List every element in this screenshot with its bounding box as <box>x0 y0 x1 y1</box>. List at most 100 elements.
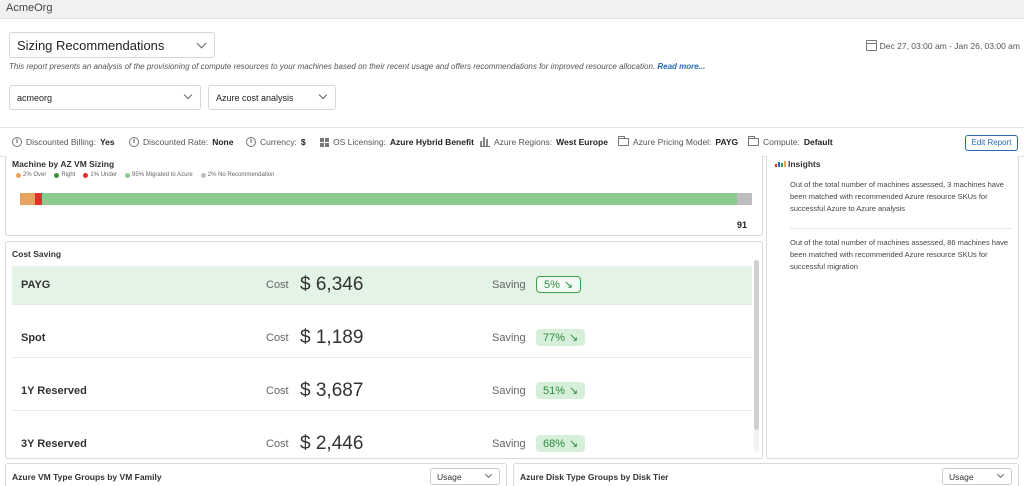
legend-label: 1% Under <box>90 172 118 178</box>
cost-label: Cost <box>266 438 289 450</box>
arrow-down-right-icon: ↘ <box>569 331 579 344</box>
insight-item: Out of the total number of machines asse… <box>790 180 1004 213</box>
info-icon: i <box>246 137 256 147</box>
scrollbar-thumb[interactable] <box>754 260 759 430</box>
bar-segment[interactable] <box>20 193 35 205</box>
legend-dot <box>200 172 206 178</box>
vm-type-groups-panel: Azure VM Type Groups by VM Family Usage <box>5 463 507 486</box>
machine-total-count: 91 <box>736 220 747 230</box>
legend-item: Right <box>54 172 75 178</box>
legend-dot <box>16 172 21 178</box>
vm-sizing-title: Machine by AZ VM Sizing <box>12 159 115 169</box>
discounted-rate-info: i Discounted Rate: None <box>129 137 233 147</box>
edit-report-button[interactable]: Edit Report <box>965 135 1018 151</box>
arrow-down-right-icon: ↘ <box>563 278 574 291</box>
arrow-down-right-icon: ↘ <box>569 384 579 397</box>
cost-label: Cost <box>266 385 289 397</box>
saving-badge: 77% ↘ <box>536 329 586 346</box>
legend-label: 95% Migrated to Azure <box>132 172 193 178</box>
cost-row-3y-reserved[interactable]: 3Y Reserved Cost $ 2,446 Saving 68% ↘ <box>12 425 752 464</box>
saving-badge: 68% ↘ <box>536 435 586 452</box>
org-filter-value: acmeorg <box>17 93 53 103</box>
os-licensing-info: OS Licensing: Azure Hybrid Benefit <box>320 137 474 147</box>
saving-label: Saving <box>492 385 526 397</box>
plan-name: 3Y Reserved <box>21 438 87 450</box>
azure-regions-info: Azure Regions: West Europe <box>480 137 608 147</box>
saving-badge: 51% ↘ <box>536 382 586 399</box>
legend-label: Right <box>61 172 76 178</box>
compute-info: Compute: Default <box>748 136 833 147</box>
arrow-down-right-icon: ↘ <box>569 437 579 450</box>
windows-icon <box>320 137 329 147</box>
cost-row-1y-reserved[interactable]: 1Y Reserved Cost $ 3,687 Saving 51% ↘ <box>12 372 752 411</box>
cost-label: Cost <box>266 332 289 344</box>
insight-divider <box>790 228 1012 229</box>
org-name: AcmeOrg <box>6 2 53 14</box>
cost-value: $ 6,346 <box>300 274 364 295</box>
vm-sizing-panel: Machine by AZ VM Sizing 2% Over Right 1% U… <box>5 156 763 236</box>
legend-item: 2% Over <box>16 172 46 178</box>
plan-name: PAYG <box>21 279 51 291</box>
info-icon: i <box>129 137 139 147</box>
legend-label: 2% No Recommendation <box>207 172 275 178</box>
cost-saving-scrollbar[interactable] <box>754 260 759 452</box>
pricing-model-info: Azure Pricing Model: PAYG <box>618 136 738 147</box>
discounted-billing-info: i Discounted Billing: Yes <box>12 137 115 147</box>
vm-sizing-legend: 2% Over Right 1% Under 95% Migrated to Azur… <box>16 172 274 178</box>
chevron-down-icon <box>183 90 193 100</box>
disk-type-groups-panel: Azure Disk Type Groups by Disk Tier Usag… <box>513 463 1019 486</box>
legend-dot <box>54 172 60 178</box>
folder-icon <box>748 136 759 146</box>
cost-label: Cost <box>266 279 289 291</box>
bar-chart-icon <box>775 161 786 167</box>
cost-row-payg[interactable]: PAYG Cost $ 6,346 Saving 5% ↘ <box>12 266 752 305</box>
cost-value: $ 2,446 <box>300 433 364 454</box>
report-type-dropdown[interactable]: Sizing Recommendations <box>9 32 215 58</box>
insights-panel: Insights Out of the total number of mach… <box>766 156 1019 459</box>
cost-saving-panel: Cost Saving PAYG Cost $ 6,346 Saving 5% … <box>5 241 763 459</box>
cost-saving-title: Cost Saving <box>12 249 62 259</box>
report-description: This report presents an analysis of the … <box>9 62 705 71</box>
legend-item: 1% Under <box>83 172 117 178</box>
read-more-link[interactable]: Read more... <box>657 62 705 71</box>
report-settings-bar: i Discounted Billing: Yes i Discounted R… <box>0 127 1024 157</box>
cost-value: $ 3,687 <box>300 380 364 401</box>
legend-dot <box>83 172 89 178</box>
saving-label: Saving <box>492 438 526 450</box>
vm-groups-metric-dropdown[interactable]: Usage <box>430 468 500 485</box>
bar-segment[interactable] <box>34 193 42 205</box>
calendar-icon <box>865 40 877 51</box>
vm-sizing-stacked-bar <box>20 193 752 205</box>
building-icon <box>480 137 490 147</box>
legend-item: 2% No Recommendation <box>200 172 275 178</box>
chevron-down-icon <box>318 90 328 100</box>
plan-name: 1Y Reserved <box>21 385 87 397</box>
vm-type-groups-title: Azure VM Type Groups by VM Family <box>12 472 162 482</box>
saving-badge: 5% ↘ <box>536 276 582 293</box>
report-type-value: Sizing Recommendations <box>17 38 165 53</box>
bar-segment[interactable] <box>41 193 738 205</box>
folder-icon <box>618 136 629 146</box>
disk-type-groups-title: Azure Disk Type Groups by Disk Tier <box>520 472 669 482</box>
report-description-text: This report presents an analysis of the … <box>9 62 656 71</box>
bar-segment[interactable] <box>737 193 752 205</box>
saving-label: Saving <box>492 332 526 344</box>
info-icon: i <box>12 137 22 147</box>
top-bar: AcmeOrg <box>0 0 1024 19</box>
legend-item: 95% Migrated to Azure <box>125 172 193 178</box>
chevron-down-icon <box>484 470 493 479</box>
cost-value: $ 1,189 <box>300 327 364 348</box>
analysis-filter-value: Azure cost analysis <box>216 93 294 103</box>
currency-info: i Currency: $ <box>246 137 306 147</box>
saving-label: Saving <box>492 279 526 291</box>
legend-label: 2% Over <box>23 172 47 178</box>
legend-dot <box>125 172 131 178</box>
date-range-picker[interactable]: Dec 27, 03:00 am - Jan 26, 03:00 am <box>865 40 1020 51</box>
analysis-filter-dropdown[interactable]: Azure cost analysis <box>208 85 336 110</box>
org-filter-dropdown[interactable]: acmeorg <box>9 85 201 110</box>
insights-title: Insights <box>775 159 821 169</box>
cost-row-spot[interactable]: Spot Cost $ 1,189 Saving 77% ↘ <box>12 319 752 358</box>
date-range-text: Dec 27, 03:00 am - Jan 26, 03:00 am <box>879 40 1020 51</box>
disk-groups-metric-dropdown[interactable]: Usage <box>942 468 1012 485</box>
insight-item: Out of the total number of machines asse… <box>790 238 1009 271</box>
